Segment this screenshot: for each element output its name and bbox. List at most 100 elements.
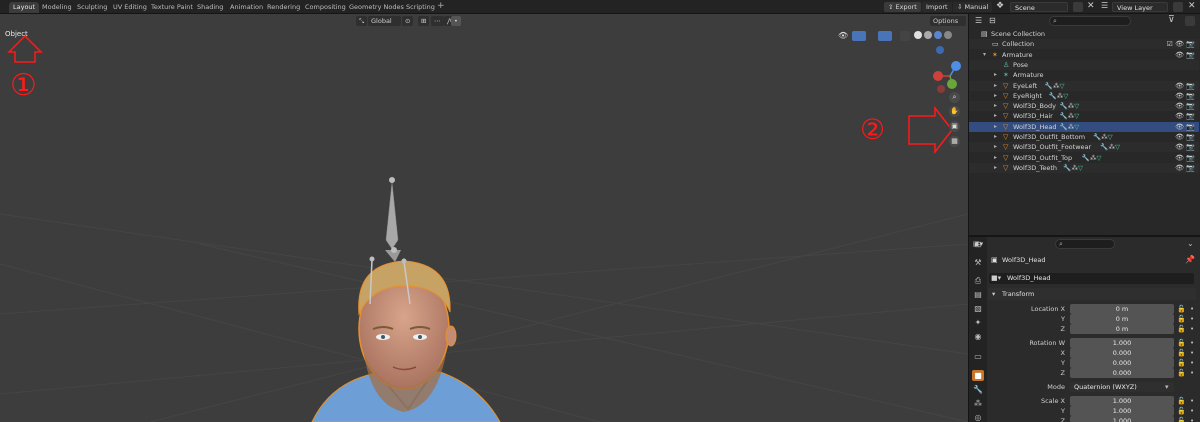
properties-editor-icon[interactable]: ▣▾ [973,240,983,248]
3d-viewport[interactable]: ⤡ Global ⊙ ⊞ ⋯ ⋀ • Options 👁 ⌕ ✋ ▣ ▦ Obj… [0,14,968,422]
camera-view-icon[interactable]: ▣ [949,121,960,132]
keyframe-dot-icon[interactable]: • [1190,396,1194,406]
camera-icon[interactable]: 📷 [1186,51,1195,59]
camera-icon[interactable]: 📷 [1186,102,1195,110]
workspace-tab-texture-paint[interactable]: Texture Paint [147,2,197,13]
workspace-tab-uv-editing[interactable]: UV Editing [109,2,151,13]
scene-name-field[interactable]: Scene [1010,2,1068,12]
keyframe-dot-icon[interactable]: • [1190,406,1194,416]
new-collection-icon[interactable] [1185,16,1195,26]
display-mode-icon[interactable]: ⊟ [989,16,996,25]
lock-icon[interactable]: 🔓 [1177,324,1186,334]
outliner-row[interactable]: ▸ ▽ EyeRight 🔧⁂▽ 👁 📷 [969,91,1199,101]
camera-icon[interactable]: 📷 [1186,133,1195,141]
expand-chevron-icon[interactable]: ▸ [994,132,997,142]
collapse-icon[interactable]: ⌄ [1187,239,1194,248]
zoom-icon[interactable]: ⌕ [949,92,960,103]
snap-icon[interactable]: ⊞ [418,16,430,26]
scene-icon[interactable]: ❖ [996,1,1004,11]
shading-solid-icon[interactable] [914,31,922,39]
filter-icon[interactable]: ⊽ [1168,15,1175,25]
camera-icon[interactable]: 📷 [1186,154,1195,162]
falloff-icon[interactable]: • [451,16,461,26]
outliner-row[interactable]: ▸ ▽ Wolf3D_Head 🔧⁂▽ 👁 📷 [969,121,1199,132]
keyframe-dot-icon[interactable]: • [1190,338,1194,348]
outliner-row[interactable]: ▭ Collection ☑ 👁 📷 [969,39,1199,50]
outliner-row[interactable]: ▸ ▽ EyeLeft 🔧⁂▽ 👁 📷 [969,80,1199,91]
lock-icon[interactable]: 🔓 [1177,338,1186,348]
lock-icon[interactable]: 🔓 [1177,348,1186,358]
export-button[interactable]: ⇪ Export [884,2,921,12]
transform-orientation-dropdown[interactable]: Global [368,16,401,26]
visibility-icon[interactable]: 👁 [838,31,848,40]
expand-chevron-icon[interactable]: ▸ [994,101,997,111]
property-value-field[interactable]: 1.000 [1070,416,1174,422]
outliner-row[interactable]: ▸ ✶ Armature [969,70,1199,80]
overlays-toggle-icon[interactable] [878,31,892,41]
options-dropdown[interactable]: Options [930,16,966,26]
orientation-icon[interactable]: ⤡ [356,16,368,26]
output-tab-icon[interactable]: ▤ [972,289,984,300]
eye-icon[interactable]: 👁 [1175,102,1184,110]
lock-icon[interactable]: 🔓 [1177,406,1186,416]
workspace-tab-compositing[interactable]: Compositing [301,2,350,13]
workspace-tab-modeling[interactable]: Modeling [38,2,76,13]
keyframe-dot-icon[interactable]: • [1190,368,1194,378]
keyframe-dot-icon[interactable]: • [1190,304,1194,314]
camera-icon[interactable]: 📷 [1186,143,1195,151]
outliner-row[interactable]: ▤ Scene Collection [969,29,1199,39]
pivot-icon[interactable]: ⊙ [402,16,414,26]
shading-rendered-icon[interactable] [944,31,952,39]
new-view-layer-icon[interactable] [1173,2,1183,12]
editor-type-icon[interactable]: ☰ [975,16,982,25]
outliner-row[interactable]: ▸ ▽ Wolf3D_Outfit_Bottom 🔧⁂▽ 👁 📷 [969,132,1199,142]
view-layer-icon[interactable]: ☰ [1101,1,1108,10]
shading-wire-icon[interactable] [924,31,932,39]
shading-material-icon[interactable] [934,31,942,39]
hand-pan-icon[interactable]: ✋ [949,106,960,117]
property-value-field[interactable]: 0 m [1070,304,1174,314]
eye-icon[interactable]: 👁 [1175,133,1184,141]
outliner-row[interactable]: ♙ Pose [969,59,1199,70]
eye-icon[interactable]: 👁 [1175,164,1184,172]
property-value-field[interactable]: 0.000 [1070,348,1174,358]
lock-icon[interactable]: 🔓 [1177,358,1186,368]
camera-icon[interactable]: 📷 [1186,40,1195,48]
render-tab-icon[interactable]: ⎙ [972,275,984,286]
expand-chevron-icon[interactable]: ▸ [994,81,997,91]
workspace-tab-rendering[interactable]: Rendering [263,2,304,13]
outliner-row[interactable]: ▸ ▽ Wolf3D_Hair 🔧⁂▽ 👁 📷 [969,111,1199,121]
outliner-row[interactable]: ▸ ▽ Wolf3D_Body 🔧⁂▽ 👁 📷 [969,101,1199,112]
manual-button[interactable]: ⇩ Manual [953,2,993,12]
outliner-row[interactable]: ▸ ▽ Wolf3D_Outfit_Footwear 🔧⁂▽ 👁 📷 [969,142,1199,153]
workspace-tab-shading[interactable]: Shading [193,2,227,13]
eye-icon[interactable]: 👁 [1175,92,1184,100]
eye-icon[interactable]: 👁 [1175,112,1184,120]
close-view-layer-icon[interactable]: ✕ [1188,1,1196,11]
lock-icon[interactable]: 🔓 [1177,314,1186,324]
camera-icon[interactable]: 📷 [1186,164,1195,172]
outliner-row[interactable]: ▸ ▽ Wolf3D_Outfit_Top 🔧⁂▽ 👁 📷 [969,153,1199,163]
property-value-field[interactable]: 0 m [1070,324,1174,334]
expand-chevron-icon[interactable]: ▸ [994,153,997,163]
workspace-tab-geometry-nodes[interactable]: Geometry Nodes [345,2,408,13]
outliner-row[interactable]: ▾ ✶ Armature 👁 📷 [969,50,1199,60]
eye-icon[interactable]: 👁 [1175,154,1184,162]
camera-icon[interactable]: 📷 [1186,123,1195,131]
expand-chevron-icon[interactable]: ▸ [994,91,997,101]
checkbox-icon[interactable]: ☑ [1167,40,1173,48]
expand-chevron-icon[interactable]: ▸ [994,111,997,121]
expand-chevron-icon[interactable]: ▸ [994,122,997,132]
outliner-row[interactable]: ▸ ▽ Wolf3D_Teeth 🔧⁂▽ 👁 📷 [969,162,1199,173]
eye-icon[interactable]: 👁 [1175,40,1184,48]
property-value-field[interactable]: 0 m [1070,314,1174,324]
workspace-tab-animation[interactable]: Animation [226,2,267,13]
keyframe-dot-icon[interactable]: • [1190,324,1194,334]
view-layer-field[interactable]: View Layer [1112,2,1168,12]
add-workspace-button[interactable]: + [437,1,445,11]
workspace-tab-sculpting[interactable]: Sculpting [73,2,111,13]
snap-target-icon[interactable]: ⋯ [431,16,444,26]
xray-icon[interactable] [900,31,910,41]
keyframe-dot-icon[interactable]: • [1190,314,1194,324]
eye-icon[interactable]: 👁 [1175,51,1184,59]
